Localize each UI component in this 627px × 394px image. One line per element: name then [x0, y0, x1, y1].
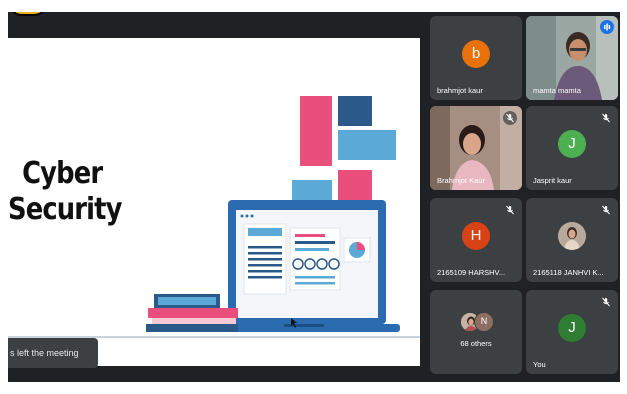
participant-name: brahmjot kaur — [437, 86, 483, 95]
others-avatars: N — [460, 312, 496, 332]
avatar: H — [462, 222, 490, 250]
participant-tile-brahmjot-kaur[interactable]: b brahmjot kaur — [430, 16, 522, 100]
mic-off-icon — [599, 295, 613, 309]
meet-window: Cyber Security s left the meeting b brah… — [8, 12, 620, 382]
meeting-notification: s left the meeting — [8, 338, 98, 368]
participant-name: Jasprit kaur — [533, 176, 572, 185]
mic-off-icon — [599, 111, 613, 125]
mic-off-icon — [599, 203, 613, 217]
avatar: N — [474, 312, 494, 332]
participant-name: Brahmjot Kaur — [437, 176, 485, 185]
avatar — [558, 222, 586, 250]
laptop-illustration — [8, 96, 420, 338]
avatar: J — [558, 314, 586, 342]
participant-name: 2165118 JANHVI K... — [533, 268, 604, 277]
participant-tile-brahmjot-kaur-video[interactable]: Brahmjot Kaur — [430, 106, 522, 190]
participant-tile-janhvi[interactable]: 2165118 JANHVI K... — [526, 198, 618, 282]
participant-tile-others[interactable]: N 68 others — [430, 290, 522, 374]
avatar: J — [558, 130, 586, 158]
participant-tile-you[interactable]: J You — [526, 290, 618, 374]
participant-name: You — [533, 360, 546, 369]
participant-name: 68 others — [460, 339, 492, 348]
mic-off-icon — [503, 111, 517, 125]
mic-off-icon — [503, 203, 517, 217]
speaking-indicator-icon — [600, 20, 614, 34]
avatar: b — [462, 40, 490, 68]
logo-badge — [8, 12, 48, 16]
participant-tile-mamta[interactable]: mamta mamta — [526, 16, 618, 100]
participant-name: mamta mamta — [533, 86, 581, 95]
participant-name: 2165109 HARSHV... — [437, 268, 506, 277]
participant-tile-jasprit-kaur[interactable]: J Jasprit kaur — [526, 106, 618, 190]
presentation-slide[interactable]: Cyber Security — [8, 38, 420, 366]
participant-tile-harshv[interactable]: H 2165109 HARSHV... — [430, 198, 522, 282]
notification-text: s left the meeting — [10, 348, 79, 358]
